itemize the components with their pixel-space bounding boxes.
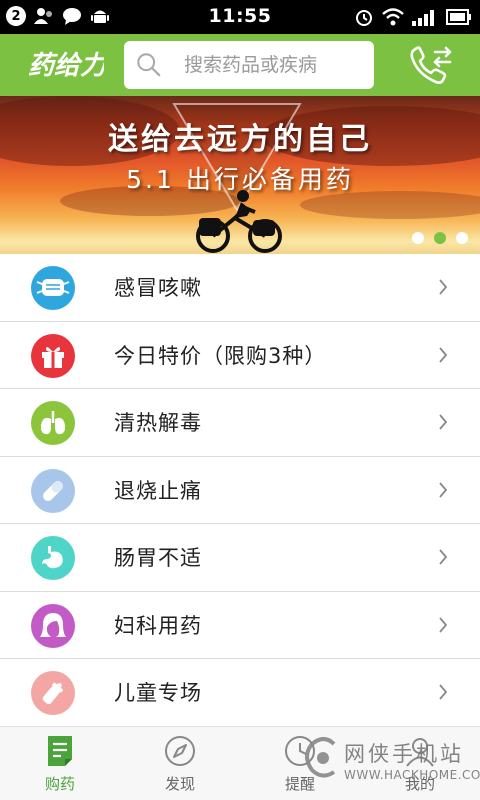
compass-icon (165, 736, 195, 766)
chevron-right-icon (439, 549, 448, 565)
pager-dot-active[interactable] (434, 232, 446, 244)
phone-callback-icon[interactable] (408, 44, 454, 86)
app-logo[interactable]: 药给力 (26, 46, 104, 82)
banner-pager[interactable] (412, 232, 468, 244)
cyclist-silhouette (196, 190, 282, 253)
category-label: 儿童专场 (114, 681, 202, 706)
category-row-stomach[interactable]: 肠胃不适 (0, 524, 480, 592)
chevron-right-icon (439, 481, 448, 498)
promo-banner[interactable]: 送给去远方的自己 5.1 出行必备用药 (0, 96, 480, 254)
tab-label: 发现 (164, 775, 195, 793)
status-bar: 2 11:55 (0, 0, 480, 34)
category-label: 感冒咳嗽 (114, 276, 202, 301)
mask-icon (31, 266, 75, 310)
gift-icon (31, 333, 75, 378)
category-row-gynecology[interactable]: 妇科用药 (0, 591, 480, 659)
baby-bottle-icon (31, 671, 75, 715)
search-input[interactable] (184, 54, 374, 76)
chevron-right-icon (439, 346, 448, 363)
search-icon (137, 53, 161, 77)
category-row-fever-pain[interactable]: 退烧止痛 (0, 456, 480, 524)
search-box[interactable] (124, 41, 374, 89)
stomach-icon (31, 536, 75, 580)
pill-icon (31, 468, 75, 513)
category-row-heat-detox[interactable]: 清热解毒 (0, 389, 480, 457)
woman-icon (31, 603, 75, 648)
category-label: 退烧止痛 (114, 478, 202, 503)
watermark-url: WWW.HACKHOME.COM (344, 768, 480, 782)
chevron-right-icon (439, 684, 448, 700)
banner-subtitle: 5.1 出行必备用药 (126, 165, 354, 194)
shopping-doc-icon (48, 736, 72, 766)
signal-icon (412, 10, 434, 26)
category-label: 今日特价（限购3种） (114, 343, 327, 368)
wifi-icon (382, 8, 404, 26)
category-row-daily-deal[interactable]: 今日特价（限购3种） (0, 321, 480, 389)
watermark-name: 网侠手机站 (344, 742, 464, 766)
site-watermark: 网侠手机站 WWW.HACKHOME.COM (300, 730, 480, 790)
chevron-right-icon (439, 279, 448, 295)
category-label: 肠胃不适 (114, 546, 202, 571)
tab-label: 购药 (44, 775, 75, 793)
pager-dot[interactable] (456, 232, 468, 244)
pager-dot[interactable] (412, 232, 424, 244)
category-row-children[interactable]: 儿童专场 (0, 659, 480, 727)
chevron-right-icon (439, 414, 448, 430)
banner-title: 送给去远方的自己 (108, 122, 372, 157)
category-label: 妇科用药 (114, 613, 202, 638)
chevron-right-icon (439, 616, 448, 633)
watermark-logo-icon (305, 737, 336, 778)
svg-text:药给力: 药给力 (28, 51, 104, 81)
tab-discover[interactable]: 发现 (140, 733, 220, 794)
app-header: 药给力 (0, 34, 480, 96)
alarm-icon (356, 10, 372, 26)
category-label: 清热解毒 (114, 411, 202, 436)
lungs-icon (31, 401, 75, 445)
category-list: 感冒咳嗽 今日特价（限购3种） 清热解毒 退烧止痛 肠胃不适 妇科用药 儿童专场 (0, 254, 480, 727)
category-row-cold-cough[interactable]: 感冒咳嗽 (0, 254, 480, 322)
battery-icon (446, 9, 471, 25)
tab-shop[interactable]: 购药 (20, 733, 100, 794)
